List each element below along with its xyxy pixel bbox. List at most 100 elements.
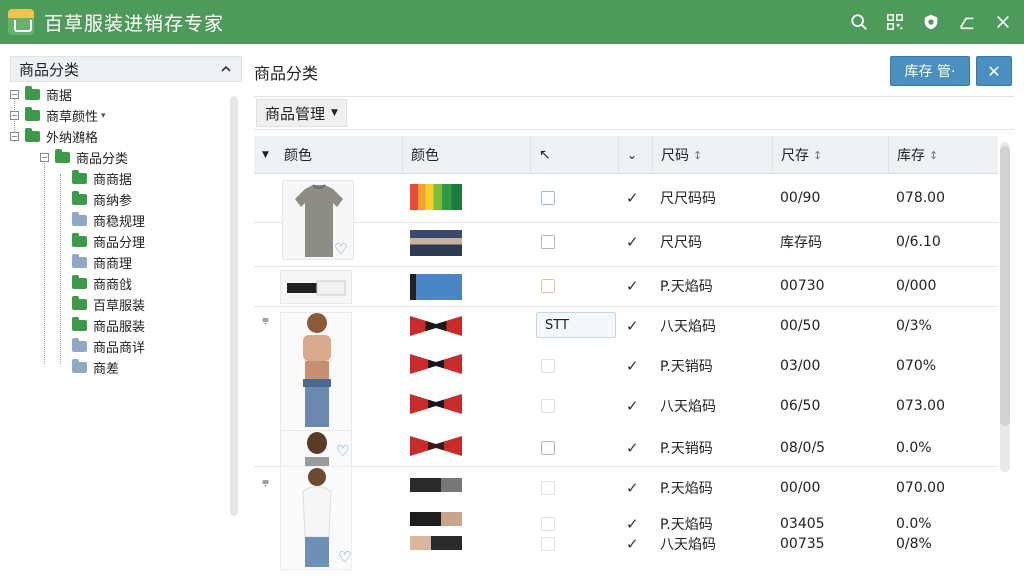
favorite-icon[interactable]: ♡ (334, 240, 347, 258)
row-divider (254, 266, 998, 267)
tree-item[interactable]: 商品分理 (10, 231, 242, 252)
cell-size: 00/90 (780, 190, 821, 206)
tree-item[interactable]: − 商品分类 (10, 147, 242, 168)
color-swatch[interactable] (410, 436, 462, 456)
close-icon[interactable] (992, 11, 1014, 33)
col-select-header[interactable]: ↖ (530, 136, 551, 174)
color-swatch[interactable] (410, 184, 462, 210)
row-checkbox[interactable] (541, 396, 555, 416)
folder-icon (72, 296, 87, 310)
tree-item[interactable]: 商商戗 (10, 273, 242, 294)
cell-code: 尺尺码码 (660, 191, 716, 207)
tree-item[interactable]: − 商据 (10, 84, 242, 105)
folder-icon (72, 317, 87, 331)
chevron-up-icon[interactable] (219, 62, 233, 76)
row-checkbox[interactable] (541, 478, 555, 498)
tree-item-label: 商纳参 (93, 194, 133, 209)
tree-item[interactable]: 百草服装 (10, 294, 242, 315)
cursor-icon: ↖ (539, 147, 551, 163)
collapse-toggle[interactable]: − (10, 111, 19, 120)
tree-item[interactable]: − 商草颜性 ▾ (10, 105, 242, 126)
search-icon[interactable] (848, 11, 870, 33)
color-swatch[interactable] (410, 316, 462, 336)
col-check-header[interactable]: ⌄ (618, 136, 637, 174)
drag-handle-icon[interactable]: ⩦ (262, 312, 269, 327)
sidebar-scrollbar[interactable] (230, 96, 238, 516)
check-icon: ✓ (626, 439, 639, 457)
row-checkbox[interactable] (541, 232, 555, 252)
product-manage-dropdown[interactable]: 商品管理 ▼ (256, 99, 347, 127)
col-stock-header[interactable]: 库存 ↕ (888, 136, 938, 174)
stock-manage-button[interactable]: 库存 管· (890, 56, 970, 86)
color-swatch[interactable] (410, 536, 462, 550)
folder-icon (72, 191, 87, 205)
row-checkbox[interactable] (541, 438, 555, 458)
product-photo[interactable] (280, 270, 352, 304)
color-swatch[interactable] (410, 512, 462, 526)
cell-stock: 0/8% (896, 536, 932, 552)
shield-icon[interactable] (920, 11, 942, 33)
tree-item-label: 商品商详 (93, 341, 146, 356)
category-tree: − 商据 − 商草颜性 ▾ − 外纳鶐格 − 商品分类 商商据 商纳参 商稳规理… (10, 84, 242, 378)
minimize-icon[interactable] (956, 11, 978, 33)
col-color-header[interactable]: 颜色 (402, 136, 439, 174)
cell-stock: 073.00 (896, 398, 945, 414)
tree-item-label: 商草颜性 (46, 110, 99, 125)
expand-all-icon[interactable]: ▼ (262, 136, 269, 174)
col-size-header[interactable]: 尺存 ↕ (772, 136, 822, 174)
row-checkbox[interactable] (541, 356, 555, 376)
favorite-icon[interactable]: ♡ (336, 442, 349, 460)
tree-item[interactable]: 商品服装 (10, 315, 242, 336)
title-bar: 百草服装进销存专家 (0, 0, 1024, 44)
chevron-down-icon: ▾ (101, 110, 106, 121)
tree-item[interactable]: 商商理 (10, 252, 242, 273)
qr-icon[interactable] (884, 11, 906, 33)
row-checkbox[interactable] (541, 276, 555, 296)
check-icon: ✓ (626, 535, 639, 553)
tree-item[interactable]: 商商据 (10, 168, 242, 189)
tree-item[interactable]: 商品商详 (10, 336, 242, 357)
row-checkbox[interactable] (541, 188, 555, 208)
toolbar: 商品管理 ▼ (254, 96, 1014, 130)
tree-item[interactable]: 商稳规理 (10, 210, 242, 231)
chevron-down-icon: ⌄ (627, 148, 638, 162)
table-scrollbar-thumb[interactable] (1000, 146, 1010, 426)
collapse-toggle[interactable]: − (10, 132, 19, 141)
window-controls (848, 0, 1014, 44)
check-icon: ✓ (626, 189, 639, 207)
color-swatch[interactable] (410, 230, 462, 256)
tree-item[interactable]: 商纳参 (10, 189, 242, 210)
caret-down-icon: ▼ (331, 108, 338, 118)
check-icon: ✓ (626, 277, 639, 295)
drag-handle-icon[interactable]: ⩦ (262, 474, 269, 489)
collapse-toggle[interactable]: − (40, 153, 49, 162)
tree-item-label: 外纳鶐格 (46, 131, 99, 146)
check-icon: ✓ (626, 357, 639, 375)
tree-item-label: 商商据 (93, 173, 133, 188)
collapse-toggle[interactable]: − (10, 90, 19, 99)
row-checkbox[interactable] (541, 534, 555, 554)
cell-stock: 0/3% (896, 318, 932, 334)
folder-icon (55, 149, 70, 163)
sidebar-header[interactable]: 商品分类 (10, 56, 242, 82)
cell-stock: 070.00 (896, 480, 945, 496)
color-swatch[interactable] (410, 394, 462, 414)
cell-code: 八天焰码 (660, 319, 716, 335)
row-divider (254, 306, 998, 307)
product-table: ▼ 颜色 颜色 ↖ ⌄ 尺码 ↕ 尺存 ↕ 库存 ↕ ♡ ♡ ♡ ⩦ ⩦ STT… (254, 136, 998, 570)
col-photo-header[interactable]: 颜色 (284, 136, 312, 174)
color-swatch[interactable] (410, 274, 462, 300)
color-swatch[interactable] (410, 478, 462, 492)
main-panel: 商品分类 库存 管· ✕ 商品管理 ▼ ▼ 颜色 颜色 ↖ ⌄ 尺码 ↕ 尺存 ↕ … (254, 56, 1014, 576)
color-swatch[interactable] (410, 354, 462, 374)
tree-item-label: 商品分类 (76, 152, 129, 167)
col-code-header[interactable]: 尺码 ↕ (652, 136, 702, 174)
stt-input[interactable]: STT (536, 312, 616, 338)
product-photo[interactable] (280, 312, 352, 432)
row-checkbox[interactable] (541, 514, 555, 534)
close-button[interactable]: ✕ (976, 56, 1012, 86)
tree-item[interactable]: − 外纳鶐格 (10, 126, 242, 147)
cell-size: 03/00 (780, 358, 821, 374)
tree-item[interactable]: 商差 (10, 357, 242, 378)
favorite-icon[interactable]: ♡ (338, 548, 351, 566)
